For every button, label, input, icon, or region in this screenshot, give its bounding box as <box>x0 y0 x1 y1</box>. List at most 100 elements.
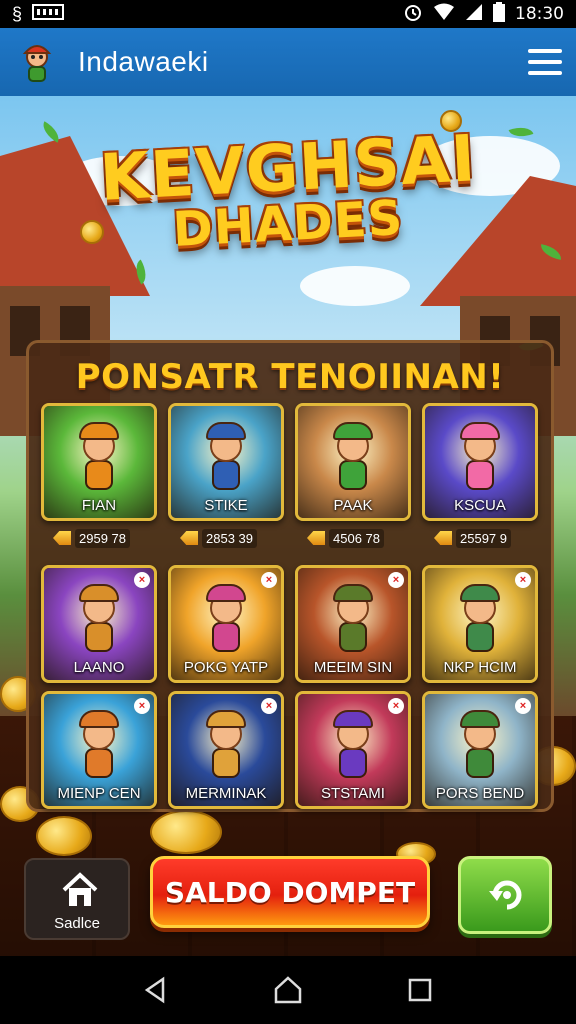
character-illustration <box>323 710 383 782</box>
game-card[interactable]: × MEEIM SIN <box>295 565 411 683</box>
character-illustration <box>323 584 383 656</box>
character-hat <box>333 422 373 440</box>
coin-tag-icon <box>307 531 325 545</box>
close-badge-icon[interactable]: × <box>134 698 150 714</box>
close-badge-icon[interactable]: × <box>261 572 277 588</box>
home-icon[interactable] <box>273 975 303 1005</box>
character-body <box>85 748 113 778</box>
character-body <box>212 748 240 778</box>
recents-icon[interactable] <box>405 975 435 1005</box>
character-hat <box>460 584 500 602</box>
home-button-label: Sadlce <box>54 915 100 932</box>
game-card[interactable]: × STSTAMI <box>295 691 411 809</box>
game-card[interactable]: × NKP HCIM <box>422 565 538 683</box>
character-body <box>212 460 240 490</box>
game-card-value: 25597 9 <box>456 528 511 548</box>
app-logo-icon: § <box>12 4 23 24</box>
game-card-name: PAAK <box>333 497 373 514</box>
panel-title: PONSATR TENOIINAN! <box>75 357 505 397</box>
game-card-name: MEEIM SIN <box>313 659 393 676</box>
game-card-stat: 25597 9 <box>434 527 511 549</box>
character-body <box>212 622 240 652</box>
game-scene: KEVGHSAI DHADES PONSATR TENOIINAN! FIAN 2… <box>0 96 576 956</box>
game-card-stat: 2959 78 <box>53 527 130 549</box>
character-illustration <box>196 422 256 494</box>
character-illustration <box>450 710 510 782</box>
hamburger-menu-icon[interactable] <box>528 49 562 75</box>
game-card-name: MERMINAK <box>185 785 267 802</box>
character-illustration <box>196 584 256 656</box>
house-icon <box>62 872 98 906</box>
character-body <box>466 748 494 778</box>
game-card[interactable]: × POKG YATP <box>168 565 284 683</box>
game-card[interactable]: × PORS BEND <box>422 691 538 809</box>
character-illustration <box>69 710 129 782</box>
coin-tag-icon <box>434 531 452 545</box>
game-card[interactable]: × MIENP CEN <box>41 691 157 809</box>
character-illustration <box>450 422 510 494</box>
status-bar: § 18:30 <box>0 0 576 28</box>
character-hat <box>79 710 119 728</box>
saldo-dompet-button[interactable]: SALDO DOMPET <box>150 856 430 928</box>
games-panel: PONSATR TENOIINAN! FIAN 2959 78 STIKE 2853 … <box>26 340 554 812</box>
character-hat <box>460 422 500 440</box>
game-card[interactable]: PAAK <box>295 403 411 521</box>
close-badge-icon[interactable]: × <box>388 698 404 714</box>
game-card-value: 4506 78 <box>329 528 384 548</box>
close-badge-icon[interactable]: × <box>515 698 531 714</box>
character-hat <box>79 422 119 440</box>
game-card-name: LAANO <box>73 659 125 676</box>
character-body <box>466 460 494 490</box>
game-card[interactable]: KSCUA <box>422 403 538 521</box>
game-card-stat: 4506 78 <box>307 527 384 549</box>
game-card-value: 2853 39 <box>202 528 257 548</box>
game-card[interactable]: × MERMINAK <box>168 691 284 809</box>
character-body <box>339 622 367 652</box>
rotate-action-button[interactable] <box>458 856 552 934</box>
character-body <box>466 622 494 652</box>
game-card-name: FIAN <box>81 497 117 514</box>
game-card-stat: 2853 39 <box>180 527 257 549</box>
character-hat <box>206 584 246 602</box>
app-title: Indawaeki <box>78 46 209 77</box>
home-button[interactable]: Sadlce <box>24 858 130 940</box>
character-hat <box>206 710 246 728</box>
character-body <box>85 622 113 652</box>
saldo-dompet-label: SALDO DOMPET <box>164 875 416 909</box>
close-badge-icon[interactable]: × <box>261 698 277 714</box>
game-card[interactable]: STIKE <box>168 403 284 521</box>
character-hat <box>206 422 246 440</box>
system-nav-bar <box>0 956 576 1024</box>
game-card-name: PORS BEND <box>435 785 525 802</box>
game-card-name: POKG YATP <box>183 659 269 676</box>
game-card-name: MIENP CEN <box>57 785 141 802</box>
game-card-value: 2959 78 <box>75 528 130 548</box>
character-hat <box>79 584 119 602</box>
app-bar: Indawaeki <box>0 28 576 96</box>
game-card-name: KSCUA <box>454 497 506 514</box>
alarm-icon <box>403 2 423 27</box>
character-hat <box>333 584 373 602</box>
character-hat <box>333 710 373 728</box>
close-badge-icon[interactable]: × <box>388 572 404 588</box>
coin-decoration <box>36 816 92 856</box>
character-illustration <box>323 422 383 494</box>
close-badge-icon[interactable]: × <box>134 572 150 588</box>
character-body <box>339 748 367 778</box>
character-illustration <box>450 584 510 656</box>
notification-icon <box>32 3 65 25</box>
battery-icon <box>493 1 505 27</box>
close-badge-icon[interactable]: × <box>515 572 531 588</box>
status-time: 18:30 <box>515 4 564 24</box>
character-hat <box>460 710 500 728</box>
coin-decoration <box>150 810 222 854</box>
coin-tag-icon <box>180 531 198 545</box>
character-illustration <box>69 584 129 656</box>
back-icon[interactable] <box>141 975 171 1005</box>
game-card[interactable]: × LAANO <box>41 565 157 683</box>
signal-icon <box>465 3 483 26</box>
character-illustration <box>69 422 129 494</box>
game-card[interactable]: FIAN <box>41 403 157 521</box>
app-mascot-logo[interactable] <box>14 39 60 85</box>
game-card-name: NKP HCIM <box>443 659 517 676</box>
